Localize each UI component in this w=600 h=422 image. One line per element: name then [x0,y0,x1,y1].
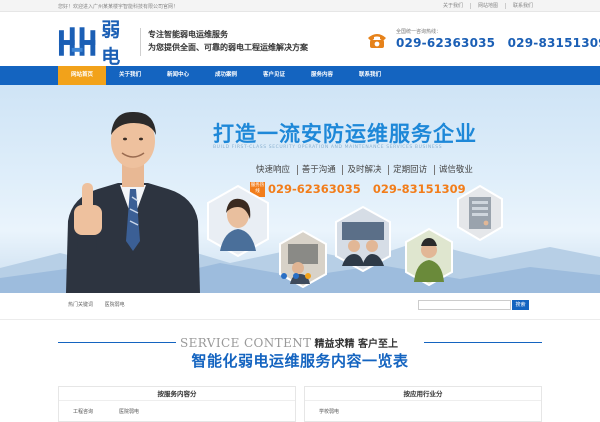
hot-keyword-item[interactable]: 医院弱电 [105,302,125,308]
header-hotline: 全国统一咨询热线： 029-62363035 029-83151309 [366,28,600,60]
hexagon-photo-support-agent [207,185,269,257]
service-section-header: SERVICE CONTENT 精益求精 客户至上 智能化弱电运维服务内容一览表 [0,320,600,380]
main-nav: 网站首页 关于我们 新闻中心 成功案例 客户见证 服务内容 联系我们 [0,66,600,85]
service-category-boxes: 按服务内容分 工程咨询 医院弱电 按应用行业分 学校弱电 [58,386,542,422]
hotline-numbers: 029-62363035 029-83151309 [396,36,600,50]
search-input[interactable] [418,300,511,310]
phone-icon [368,34,386,48]
nav-item-testimonials[interactable]: 客户见证 [250,66,298,85]
hotline-label: 全国统一咨询热线： [396,29,442,35]
slide-indicators [281,273,311,279]
category-box-heading: 按应用行业分 [305,387,541,401]
hexagon-photo-server [457,185,503,241]
feature-follow-up: 定期回访 [388,165,428,175]
service-title: SERVICE CONTENT 精益求精 客户至上 [180,332,398,351]
feature-integrity: 诚信敬业 [433,165,473,175]
feature-communication: 善于沟通 [296,165,336,175]
banner-title: 打造一流安防运维服务企业 [213,122,477,146]
nav-item-home[interactable]: 网站首页 [58,66,106,85]
feature-timely: 及时解决 [342,165,382,175]
header-slogan: 专注智能弱电运维服务 为您提供全面、可靠的弱电工程运维解决方案 [148,29,308,53]
top-links: 关于我们 网站地图 联系我们 [436,3,540,9]
top-link-contact[interactable]: 联系我们 [504,3,540,9]
nav-item-cases[interactable]: 成功案例 [202,66,250,85]
nav-item-news[interactable]: 新闻中心 [154,66,202,85]
hotline-number-2: 029-83151309 [507,36,600,50]
header-divider [140,28,141,56]
service-title-cn: 精益求精 客户至上 [314,339,399,350]
hexagon-photo-operators [335,206,391,272]
hotline-number-1: 029-62363035 [396,36,496,50]
feature-fast-response: 快速响应 [256,165,291,175]
site-header: 弱 电 专注智能弱电运维服务 为您提供全面、可靠的弱电工程运维解决方案 全国统一… [0,12,600,68]
hot-keywords-label: 热门关键词 [68,302,94,308]
service-main-heading: 智能化弱电运维服务内容一览表 [191,352,409,370]
slogan-line-2: 为您提供全面、可靠的弱电工程运维解决方案 [148,43,308,52]
businessman-illustration [66,111,200,293]
category-box-by-industry: 按应用行业分 学校弱电 [304,386,542,422]
search-row: 热门关键词 医院弱电 搜索 [0,293,600,320]
heading-rule-left [58,342,176,343]
service-title-en: SERVICE CONTENT [180,336,312,350]
hexagon-photo-engineer [405,228,453,286]
top-link-sitemap[interactable]: 网站地图 [469,3,505,9]
hot-keywords: 热门关键词 医院弱电 [68,301,135,308]
banner-hotline-number-1: 029-62363035 [268,182,361,196]
category-item[interactable]: 学校弱电 [319,408,339,415]
category-item[interactable]: 工程咨询 [73,408,93,415]
category-item[interactable]: 医院弱电 [119,408,139,415]
hexagon-photo-technician [279,230,327,288]
top-bar: 您好！欢迎进入广州某某楼宇智能科技有限公司官网！ 关于我们 网站地图 联系我们 [0,0,600,12]
banner-features: 快速响应 善于沟通 及时解决 定期回访 诚信敬业 [256,163,473,175]
banner-hotline-numbers: 029-62363035 029-83151309 [268,182,466,196]
heading-rule-right [424,342,542,343]
category-box-heading: 按服务内容分 [59,387,295,401]
welcome-text: 您好！欢迎进入广州某某楼宇智能科技有限公司官网！ [58,4,179,10]
slide-dot-3[interactable] [305,273,311,279]
site-logo[interactable]: 弱 电 [58,19,148,68]
hero-banner[interactable]: 打造一流安防运维服务企业 BUILD FIRST-CLASS SECURITY … [0,85,600,293]
nav-item-contact[interactable]: 联系我们 [346,66,394,85]
nav-item-services[interactable]: 服务内容 [298,66,346,85]
top-link-about[interactable]: 关于我们 [436,3,470,9]
logo-mark-icon [58,27,96,56]
banner-subtitle-en: BUILD FIRST-CLASS SECURITY OPERATION AND… [213,145,443,150]
slogan-line-1: 专注智能弱电运维服务 [148,30,228,39]
slide-dot-2[interactable] [293,273,299,279]
slide-dot-1[interactable] [281,273,287,279]
banner-hotline-number-2: 029-83151309 [372,182,466,196]
nav-item-about[interactable]: 关于我们 [106,66,154,85]
search-button[interactable]: 搜索 [512,300,529,310]
category-box-by-content: 按服务内容分 工程咨询 医院弱电 [58,386,296,422]
